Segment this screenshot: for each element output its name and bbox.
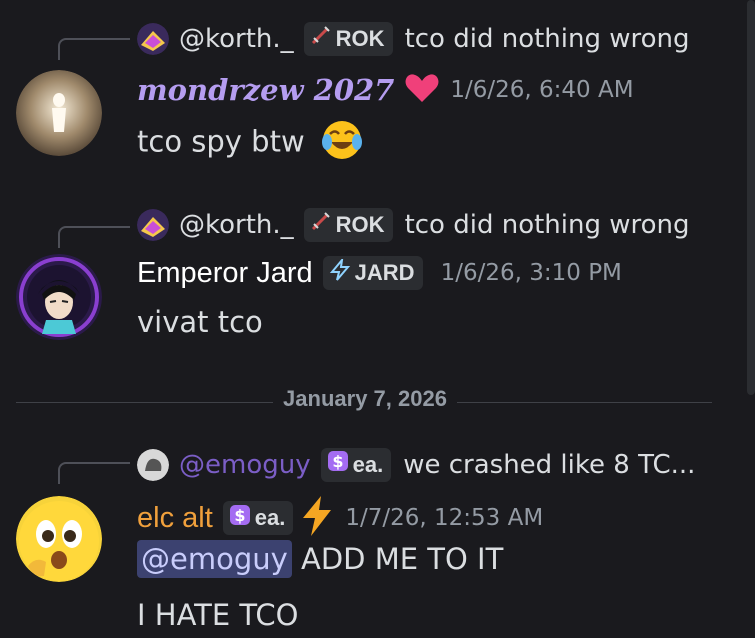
sword-icon bbox=[310, 210, 332, 241]
role-tag[interactable]: $ ea. bbox=[320, 448, 392, 482]
reply-preview[interactable]: @korth._ ROK tco did nothing wrong bbox=[137, 208, 690, 242]
role-tag-label: ROK bbox=[335, 212, 385, 237]
reply-author[interactable]: @korth._ bbox=[179, 210, 294, 240]
reply-avatar bbox=[137, 23, 169, 55]
author-name[interactable]: elc alt bbox=[137, 502, 213, 535]
sword-icon bbox=[310, 24, 332, 55]
reply-connector bbox=[58, 38, 130, 60]
reply-author[interactable]: @korth._ bbox=[179, 24, 294, 54]
author-name[interactable]: Emperor Jard bbox=[137, 257, 313, 290]
reply-preview[interactable]: @korth._ ROK tco did nothing wrong bbox=[137, 22, 690, 56]
message-content-line-2: I HATE TCO bbox=[137, 598, 299, 632]
message-text: tco spy btw bbox=[137, 124, 305, 159]
role-tag[interactable]: ROK bbox=[303, 208, 393, 242]
avatar[interactable] bbox=[16, 254, 102, 340]
role-tag-label: ea. bbox=[254, 505, 286, 530]
message-content: vivat tco bbox=[137, 305, 263, 339]
svg-text:$: $ bbox=[234, 506, 245, 525]
role-tag[interactable]: ROK bbox=[303, 22, 393, 56]
message-2[interactable]: @korth._ ROK tco did nothing wrong Emper… bbox=[0, 190, 745, 360]
scrollbar[interactable] bbox=[747, 0, 755, 395]
message-3[interactable]: @emoguy $ ea. we crashed like 8 TC... el… bbox=[0, 430, 745, 638]
author-name[interactable]: mondrzew 2027 bbox=[137, 73, 394, 107]
lightning-icon bbox=[299, 496, 335, 540]
message-header: Emperor Jard JARD 1/6/26, 3:10 PM bbox=[137, 256, 622, 290]
message-content: @emoguy ADD ME TO IT bbox=[137, 540, 504, 578]
reply-connector bbox=[58, 462, 130, 484]
role-tag[interactable]: $ ea. bbox=[222, 501, 294, 535]
message-header: elc alt $ ea. 1/7/26, 12:53 AM bbox=[137, 496, 543, 540]
reply-avatar bbox=[137, 209, 169, 241]
reply-text: tco did nothing wrong bbox=[404, 210, 690, 240]
role-tag[interactable]: JARD bbox=[322, 256, 423, 290]
user-mention[interactable]: @emoguy bbox=[137, 540, 292, 578]
heart-icon bbox=[404, 72, 440, 108]
joy-emoji bbox=[320, 118, 364, 169]
reply-author[interactable]: @emoguy bbox=[179, 450, 311, 480]
dollar-icon: $ bbox=[229, 504, 251, 532]
date-divider-label: January 7, 2026 bbox=[273, 386, 457, 411]
message-content: tco spy btw bbox=[137, 118, 364, 169]
lightning-icon bbox=[329, 256, 351, 287]
reply-text: tco did nothing wrong bbox=[404, 24, 690, 54]
avatar[interactable] bbox=[16, 70, 102, 156]
reply-text: we crashed like 8 TC... bbox=[403, 450, 696, 480]
chat-message-list: @korth._ ROK tco did nothing wrong mondr… bbox=[0, 0, 755, 638]
role-tag-label: ROK bbox=[335, 26, 385, 51]
role-tag-label: ea. bbox=[352, 452, 384, 477]
svg-text:$: $ bbox=[332, 452, 343, 471]
timestamp: 1/6/26, 6:40 AM bbox=[450, 77, 634, 103]
avatar[interactable] bbox=[16, 496, 102, 582]
reply-preview[interactable]: @emoguy $ ea. we crashed like 8 TC... bbox=[137, 448, 695, 482]
role-tag-label: JARD bbox=[354, 260, 415, 285]
reply-avatar bbox=[137, 449, 169, 481]
timestamp: 1/6/26, 3:10 PM bbox=[440, 260, 622, 286]
message-header: mondrzew 2027 1/6/26, 6:40 AM bbox=[137, 72, 634, 108]
dollar-icon: $ bbox=[327, 450, 349, 481]
message-1[interactable]: @korth._ ROK tco did nothing wrong mondr… bbox=[0, 0, 745, 180]
reply-connector bbox=[58, 226, 130, 248]
message-text: ADD ME TO IT bbox=[301, 542, 504, 576]
timestamp: 1/7/26, 12:53 AM bbox=[345, 505, 544, 531]
date-divider: January 7, 2026 bbox=[0, 386, 730, 412]
